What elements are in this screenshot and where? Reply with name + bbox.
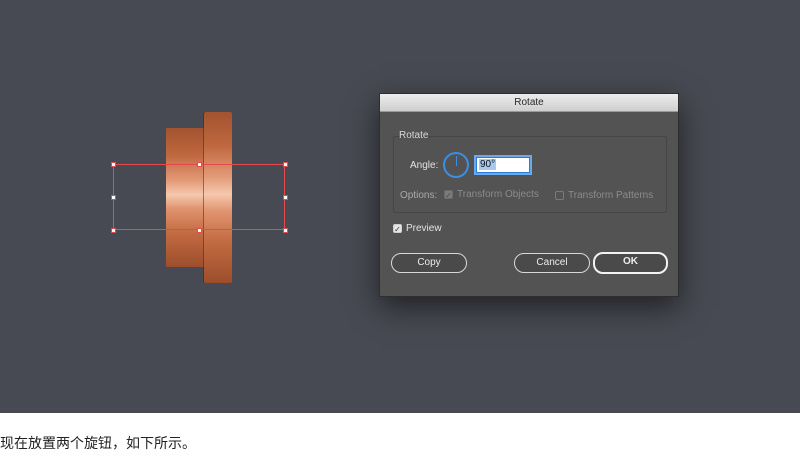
selection-handle-bottom-right[interactable] [283,228,288,233]
artboard-canvas[interactable]: Rotate Rotate Angle: 90° Options: ✓ Tran… [0,0,800,413]
angle-input-value: 90° [479,159,497,170]
selection-handle-top-center[interactable] [197,162,202,167]
selection-handle-bottom-center[interactable] [197,228,202,233]
angle-label: Angle: [410,160,439,171]
transform-patterns-checkbox[interactable] [555,191,564,200]
dialog-title[interactable]: Rotate [380,94,678,112]
selection-handle-middle-right[interactable] [283,195,288,200]
transform-patterns-label: Transform Patterns [568,190,654,201]
options-label: Options: [400,190,438,201]
angle-dial-icon[interactable] [443,152,469,178]
selection-bounding-box [113,164,285,230]
tutorial-caption: 现在放置两个旋钮，如下所示。 [0,436,196,452]
selection-handle-middle-left[interactable] [111,195,116,200]
rotate-dialog: Rotate Rotate Angle: 90° Options: ✓ Tran… [379,93,679,297]
cancel-button[interactable]: Cancel [514,253,590,273]
transform-objects-label: Transform Objects [457,189,539,200]
rotate-group-label: Rotate [399,130,429,141]
selection-handle-top-right[interactable] [283,162,288,167]
angle-dial-indicator [456,156,457,166]
rotate-group-box [393,136,667,213]
selection-handle-bottom-left[interactable] [111,228,116,233]
angle-input[interactable]: 90° [476,157,530,173]
transform-objects-checkbox[interactable]: ✓ [444,190,453,200]
copy-button[interactable]: Copy [391,253,467,273]
selection-handle-top-left[interactable] [111,162,116,167]
ok-button[interactable]: OK [593,252,668,274]
preview-checkbox[interactable]: ✓ [393,224,402,234]
preview-label: Preview [406,223,442,234]
